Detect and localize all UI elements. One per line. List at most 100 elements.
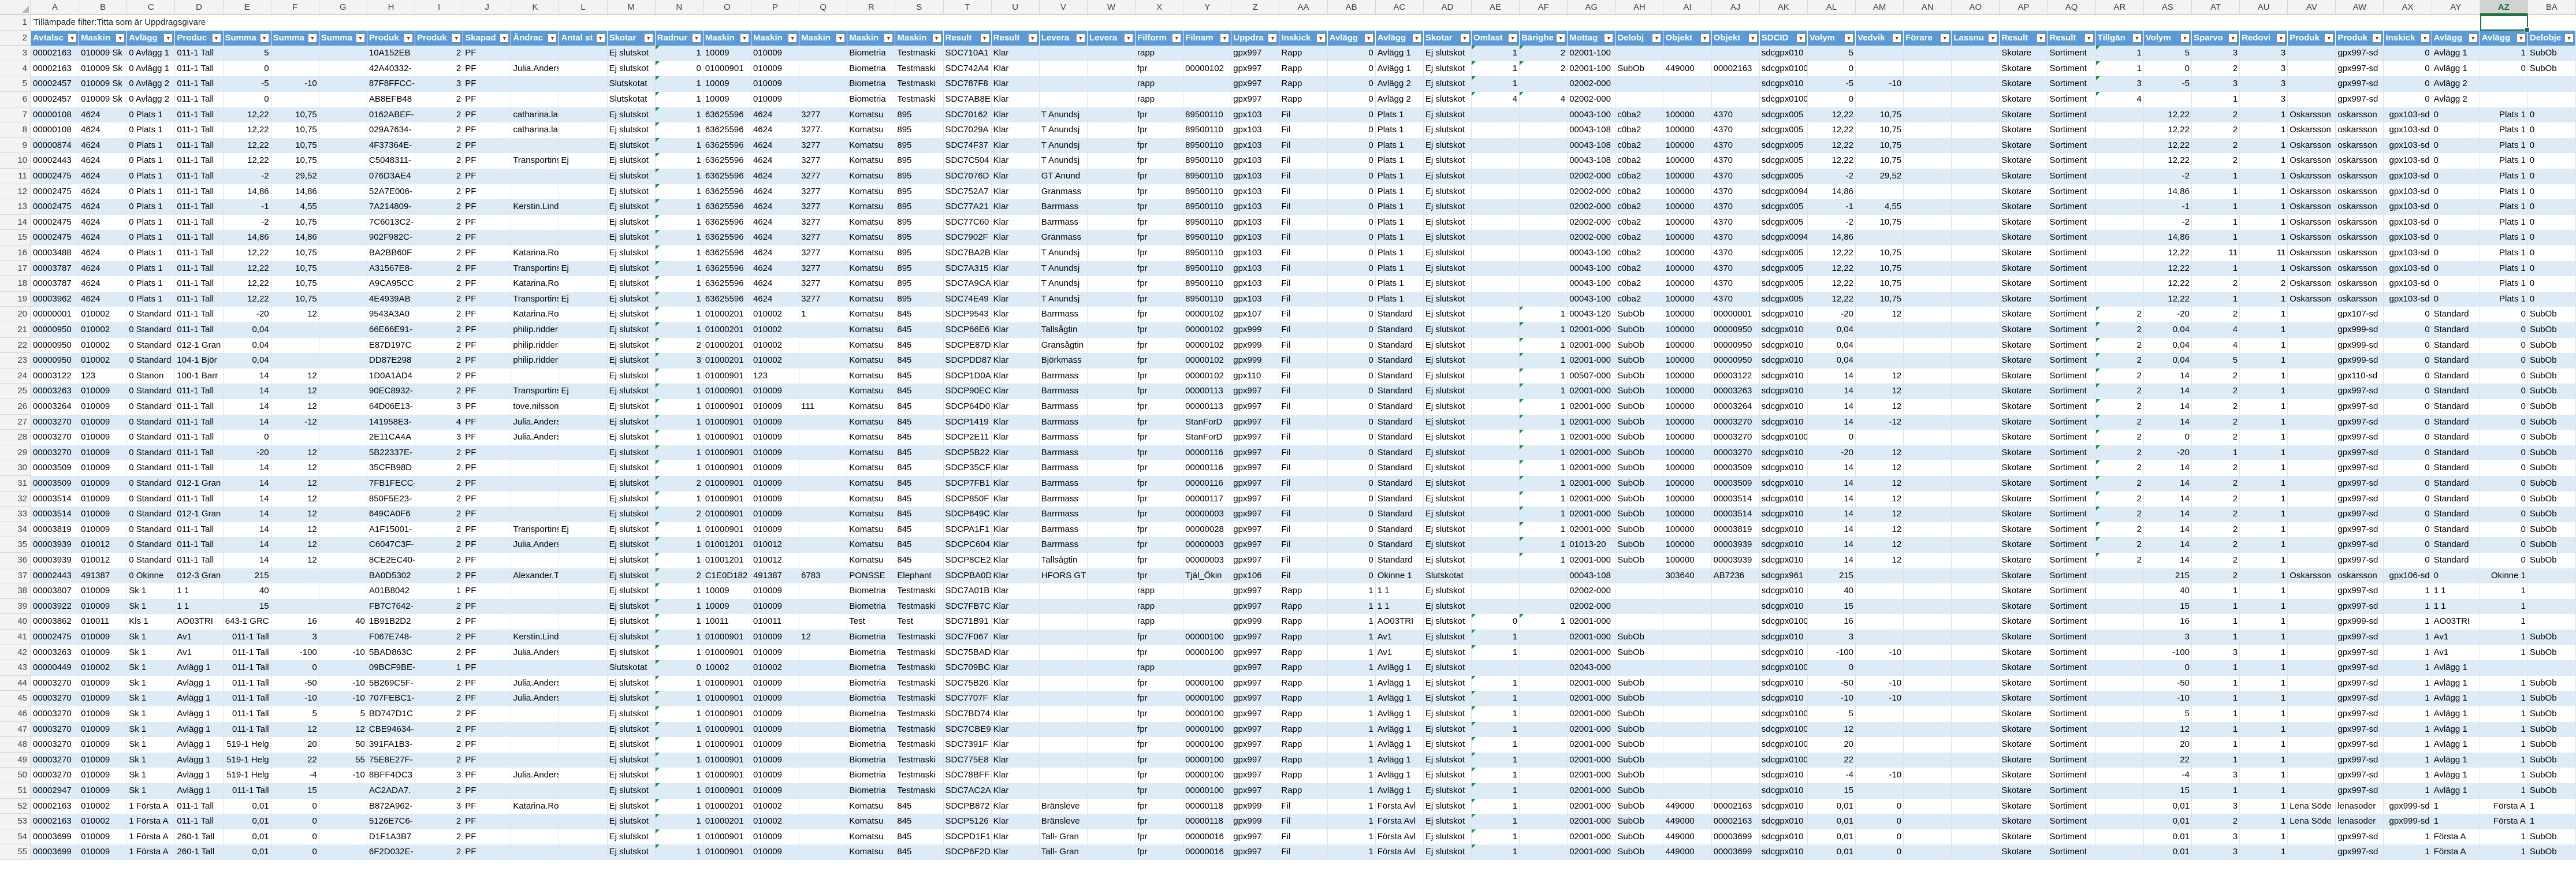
- table-cell[interactable]: SDCPA1F1: [944, 522, 992, 538]
- table-cell[interactable]: Ej slutskot: [608, 645, 656, 661]
- table-cell[interactable]: Standard: [1376, 460, 1424, 476]
- table-header-cell[interactable]: Radnur ▼: [656, 30, 703, 46]
- table-cell[interactable]: [799, 844, 848, 860]
- table-cell[interactable]: 1: [1471, 706, 1520, 722]
- table-cell[interactable]: gpx997: [1231, 460, 1280, 476]
- table-cell[interactable]: 4624: [751, 245, 800, 261]
- table-cell[interactable]: 895: [895, 153, 944, 169]
- table-cell[interactable]: 12: [271, 537, 319, 553]
- table-cell[interactable]: gpx103: [1231, 169, 1280, 184]
- table-cell[interactable]: 15: [2144, 783, 2192, 799]
- table-cell[interactable]: 7FB1FECC-: [367, 476, 416, 492]
- table-cell[interactable]: 1: [2240, 783, 2288, 799]
- table-cell[interactable]: [559, 445, 608, 461]
- table-cell[interactable]: 0,04: [224, 353, 271, 368]
- table-cell[interactable]: Klar: [992, 630, 1040, 645]
- table-cell[interactable]: 0,01: [1808, 814, 1856, 829]
- table-cell[interactable]: 845: [895, 507, 944, 522]
- table-cell[interactable]: philip.ridderheim@bi-Ej: [511, 337, 560, 353]
- table-cell[interactable]: 00003939: [31, 537, 80, 553]
- table-cell[interactable]: PF: [463, 522, 512, 538]
- table-cell[interactable]: 1: [1520, 445, 1568, 461]
- table-cell[interactable]: 011-1 Tall: [175, 291, 224, 307]
- table-cell[interactable]: SDCP7FB1: [944, 476, 992, 492]
- table-cell[interactable]: 1: [1471, 783, 1520, 799]
- table-cell[interactable]: [1952, 276, 2000, 292]
- table-header-cell[interactable]: Volym ▼: [2144, 30, 2192, 46]
- table-cell[interactable]: [1904, 783, 1952, 799]
- table-cell[interactable]: 0: [2480, 553, 2528, 568]
- table-cell[interactable]: [2528, 660, 2576, 676]
- row-header[interactable]: 29: [0, 445, 31, 461]
- table-cell[interactable]: -10: [1856, 768, 1904, 783]
- table-cell[interactable]: 12,22: [224, 137, 271, 154]
- table-cell[interactable]: Ej slutskot: [1424, 61, 1472, 77]
- table-cell[interactable]: 0: [2528, 137, 2576, 154]
- table-cell[interactable]: Skotare: [2000, 660, 2048, 676]
- row-header[interactable]: 10: [0, 153, 31, 169]
- table-cell[interactable]: 12,22: [224, 153, 271, 169]
- table-cell[interactable]: c0ba2: [1615, 214, 1664, 230]
- table-cell[interactable]: Sortiment: [2048, 460, 2096, 476]
- table-cell[interactable]: 00000874: [31, 137, 80, 154]
- table-cell[interactable]: Kerstin.Lindeberg@bi-Ej: [511, 199, 560, 215]
- table-cell[interactable]: 89500110: [1183, 260, 1232, 277]
- table-cell[interactable]: sdcgpx010: [1760, 491, 1808, 507]
- table-cell[interactable]: SubOb: [1615, 384, 1664, 399]
- table-cell[interactable]: [1040, 630, 1088, 645]
- table-cell[interactable]: [319, 92, 367, 107]
- row-header[interactable]: 26: [0, 399, 31, 415]
- table-cell[interactable]: 00002443: [31, 568, 80, 584]
- table-cell[interactable]: 707FEBC1-: [367, 691, 416, 706]
- table-cell[interactable]: Standard: [2432, 322, 2480, 338]
- table-cell[interactable]: 3277: [799, 184, 848, 200]
- table-cell[interactable]: Skotare: [2000, 445, 2048, 461]
- table-cell[interactable]: 14: [1808, 460, 1856, 476]
- table-cell[interactable]: Fil: [1279, 414, 1328, 430]
- table-cell[interactable]: [799, 614, 848, 630]
- table-cell[interactable]: Katarina.Rosberg@bi-Ej: [511, 245, 560, 261]
- table-cell[interactable]: Klar: [992, 76, 1040, 92]
- table-cell[interactable]: -12: [271, 414, 319, 430]
- table-cell[interactable]: Plats 1: [2480, 122, 2528, 138]
- table-cell[interactable]: Ej slutskot: [608, 430, 656, 445]
- table-cell[interactable]: Av1: [1376, 630, 1424, 645]
- table-cell[interactable]: [799, 829, 848, 845]
- table-cell[interactable]: 1: [2192, 169, 2240, 184]
- table-cell[interactable]: 3: [2192, 829, 2240, 845]
- table-cell[interactable]: Fil: [1279, 507, 1328, 522]
- table-cell[interactable]: Sortiment: [2048, 598, 2096, 615]
- table-cell[interactable]: Ej slutskot: [1424, 414, 1472, 430]
- table-cell[interactable]: 0,04: [2144, 322, 2192, 338]
- table-cell[interactable]: Oskarsson: [2288, 122, 2336, 138]
- table-cell[interactable]: Klar: [992, 230, 1040, 245]
- table-cell[interactable]: Standard: [2432, 522, 2480, 538]
- table-row[interactable]: 00002475 010009 Sk 1 Av1 011-1 Tall 3 F067E748…: [31, 630, 2576, 645]
- table-cell[interactable]: Standard: [1376, 537, 1424, 553]
- table-cell[interactable]: 010009: [79, 737, 128, 753]
- table-cell[interactable]: PF: [463, 507, 512, 522]
- table-cell[interactable]: 14,86: [1808, 230, 1856, 245]
- table-cell[interactable]: 850F5E23-: [367, 491, 416, 507]
- table-cell[interactable]: Tallsågtin: [1040, 322, 1088, 338]
- table-cell[interactable]: 010009: [751, 752, 800, 768]
- table-cell[interactable]: Plats 1: [1376, 245, 1424, 261]
- table-cell[interactable]: 2: [415, 614, 464, 630]
- table-header-cell[interactable]: Objekt ▼: [1712, 30, 1760, 46]
- table-cell[interactable]: 010009: [79, 522, 128, 538]
- table-cell[interactable]: 1: [655, 491, 703, 507]
- table-cell[interactable]: 010009: [751, 384, 800, 399]
- table-cell[interactable]: Rapp: [1279, 630, 1328, 645]
- table-cell[interactable]: 12,22: [2144, 260, 2192, 277]
- table-cell[interactable]: [511, 614, 560, 630]
- table-cell[interactable]: Avlägg 2: [1376, 92, 1424, 107]
- row-header[interactable]: 45: [0, 691, 31, 706]
- table-cell[interactable]: [1088, 122, 1136, 138]
- table-cell[interactable]: 4370: [1712, 169, 1760, 184]
- table-cell[interactable]: [1952, 414, 2000, 430]
- table-row[interactable]: 00002947 010009 Sk 1 Avlägg 1 011-1 Tall 15 AC…: [31, 783, 2576, 799]
- table-header-cell[interactable]: Maskin ▼: [703, 30, 751, 46]
- table-cell[interactable]: [1615, 614, 1664, 630]
- table-row[interactable]: 00003819 010009 0 Standard 011-1 Tall 14 12 A1…: [31, 522, 2576, 538]
- table-cell[interactable]: 3: [415, 399, 464, 415]
